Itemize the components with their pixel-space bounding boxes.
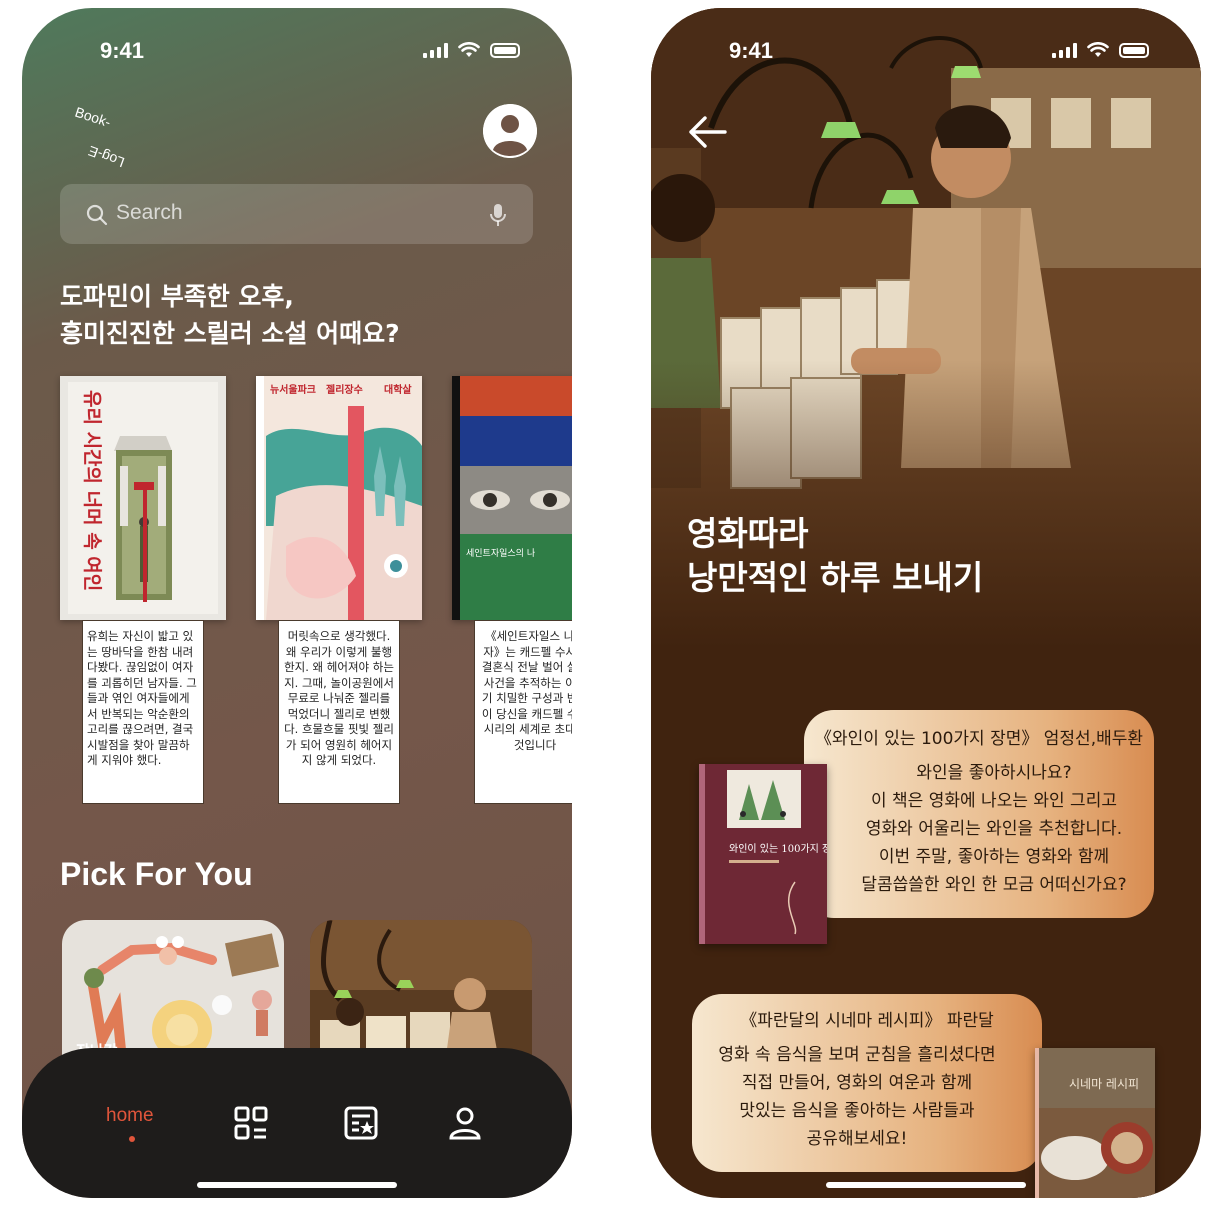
cover-title-label: 젤리장수 bbox=[326, 383, 363, 396]
book-cover-art: 세인트자일스의 나 bbox=[452, 376, 572, 620]
cover-subtitle-label: 대학살 bbox=[384, 383, 412, 396]
logo-text-bottom: Log-E bbox=[86, 143, 127, 171]
wifi-icon bbox=[1087, 42, 1109, 57]
book-cover-art: 와인이 있는 100가지 장면 bbox=[699, 764, 827, 944]
recommendation-line: 이번 주말, 좋아하는 영화와 함께 bbox=[878, 847, 1110, 867]
book-blurb: 머릿속으로 생각했다. 왜 우리가 이렇게 불행한지. 왜 헤어져야 하는지. … bbox=[278, 620, 400, 804]
status-bar: 9:41 bbox=[651, 8, 1201, 96]
detail-screen: 9:41 영화따라 낭만적인 하루 보내기 《와인이 있는 100가지 장면》 … bbox=[651, 8, 1201, 1198]
hero-title-line-1: 영화따라 bbox=[687, 514, 809, 553]
search-bar[interactable]: Search bbox=[60, 184, 533, 244]
cellular-signal-icon bbox=[423, 42, 448, 58]
logo-text-top: Book- bbox=[73, 104, 113, 131]
recommendation-line: 공유해보세요! bbox=[806, 1129, 908, 1149]
recommendation-body: 영화 속 음식을 보며 군침을 흘리셨다면 직접 만들어, 영화의 여운과 함께… bbox=[692, 1041, 1042, 1153]
cellular-signal-icon bbox=[1052, 42, 1077, 58]
search-input[interactable]: Search bbox=[116, 201, 183, 225]
book-card[interactable]: 뉴서울파크 젤리장수 대학살 머릿속으로 생각했다. 왜 우리가 이렇게 불행한… bbox=[256, 376, 422, 804]
home-indicator bbox=[826, 1182, 1026, 1188]
recommendation-line: 이 책은 영화에 나오는 와인 그리고 bbox=[871, 791, 1117, 811]
recommendation-card[interactable]: 《와인이 있는 100가지 장면》 엄정선,배두환 와인을 좋아하시나요? 이 … bbox=[804, 710, 1154, 918]
book-cover-art: 유리 시간의 너머 속 여인 bbox=[60, 376, 226, 620]
book-card[interactable]: 유리 시간의 너머 속 여인 유희는 자신이 밟고 있는 땅바닥을 한참 내려다… bbox=[60, 376, 226, 804]
book-cover-title: 세인트자일스의 나 bbox=[466, 548, 535, 559]
profile-icon[interactable] bbox=[448, 1106, 482, 1140]
recommendation-line: 직접 만들어, 영화의 여운과 함께 bbox=[741, 1073, 973, 1093]
profile-avatar-button[interactable] bbox=[483, 104, 537, 158]
recommendation-headline: 도파민이 부족한 오후, 흥미진진한 스릴러 소설 어때요? bbox=[60, 278, 400, 352]
battery-icon bbox=[490, 42, 520, 58]
book-card[interactable]: 세인트자일스의 나 《세인트자일스 나환자》는 캐드펠 수사가 결혼식 전날 벌… bbox=[452, 376, 572, 804]
book-blurb: 《세인트자일스 나환자》는 캐드펠 수사가 결혼식 전날 벌어 살인 사건을 추… bbox=[474, 620, 572, 804]
cover-series-label: 뉴서울파크 bbox=[270, 383, 316, 396]
recommendation-body: 와인을 좋아하시나요? 이 책은 영화에 나오는 와인 그리고 영화와 어울리는… bbox=[804, 759, 1154, 899]
recommendation-title: 《파란달의 시네마 레시피》 파란달 bbox=[740, 1011, 994, 1031]
book-cover-title: 시네마 레시피 bbox=[1069, 1077, 1139, 1091]
book-cover[interactable]: 뉴서울파크 젤리장수 대학살 bbox=[256, 376, 422, 620]
book-cover-art: 뉴서울파크 젤리장수 대학살 bbox=[256, 376, 422, 620]
book-blurb: 유희는 자신이 밟고 있는 땅바닥을 한참 내려다봤다. 끊임없이 여자를 괴롭… bbox=[82, 620, 204, 804]
recommendation-line: 영화와 어울리는 와인을 추천합니다. bbox=[865, 819, 1123, 839]
book-cover[interactable]: 와인이 있는 100가지 장면 bbox=[699, 764, 827, 944]
book-cover[interactable]: 세인트자일스의 나 bbox=[452, 376, 572, 620]
recommendation-line: 맛있는 음식을 좋아하는 사람들과 bbox=[739, 1101, 975, 1121]
recommendation-card[interactable]: 《파란달의 시네마 레시피》 파란달 영화 속 음식을 보며 군침을 흘리셨다면… bbox=[692, 994, 1042, 1172]
home-screen: 9:41 Book- Log-E Search 도파민이 부족한 오후, 흥미진… bbox=[22, 8, 572, 1198]
pick-for-you-title: Pick For You bbox=[60, 856, 253, 892]
hero-title-line-2: 낭만적인 하루 보내기 bbox=[687, 558, 984, 597]
recommendation-title: 《와인이 있는 100가지 장면》 엄정선,배두환 bbox=[814, 729, 1144, 749]
bottom-tab-bar: home bbox=[22, 1048, 572, 1198]
status-time: 9:41 bbox=[729, 38, 774, 63]
recommendation-line: 와인을 좋아하시나요? bbox=[916, 763, 1072, 783]
user-avatar-icon bbox=[483, 104, 537, 158]
book-cover-title: 유리 시간의 너머 속 여인 bbox=[81, 390, 103, 591]
grid-icon[interactable] bbox=[234, 1106, 268, 1140]
headline-line-1: 도파민이 부족한 오후, bbox=[60, 282, 294, 311]
status-time: 9:41 bbox=[100, 38, 145, 63]
hero-title: 영화따라 낭만적인 하루 보내기 bbox=[687, 512, 983, 600]
tab-home[interactable]: home bbox=[106, 1105, 154, 1127]
book-cover[interactable]: 시네마 레시피 bbox=[1035, 1048, 1155, 1198]
book-cover-title: 와인이 있는 100가지 장면 bbox=[729, 843, 827, 855]
search-icon bbox=[86, 204, 108, 226]
wifi-icon bbox=[458, 42, 480, 57]
book-cover-art: 시네마 레시피 bbox=[1035, 1048, 1155, 1198]
review-star-icon[interactable] bbox=[344, 1106, 378, 1140]
book-cover[interactable]: 유리 시간의 너머 속 여인 bbox=[60, 376, 226, 620]
battery-icon bbox=[1119, 42, 1149, 58]
book-carousel[interactable]: 유리 시간의 너머 속 여인 유희는 자신이 밟고 있는 땅바닥을 한참 내려다… bbox=[60, 376, 572, 816]
active-tab-indicator bbox=[129, 1136, 135, 1142]
back-arrow-icon[interactable] bbox=[685, 110, 729, 154]
status-bar: 9:41 bbox=[22, 8, 572, 96]
microphone-icon[interactable] bbox=[489, 203, 507, 227]
app-logo[interactable]: Book- Log-E bbox=[60, 94, 140, 174]
home-indicator bbox=[197, 1182, 397, 1188]
recommendation-line: 달콤씁쓸한 와인 한 모금 어떠신가요? bbox=[861, 875, 1127, 895]
headline-line-2: 흥미진진한 스릴러 소설 어때요? bbox=[60, 319, 400, 348]
recommendation-line: 영화 속 음식을 보며 군침을 흘리셨다면 bbox=[718, 1045, 996, 1065]
